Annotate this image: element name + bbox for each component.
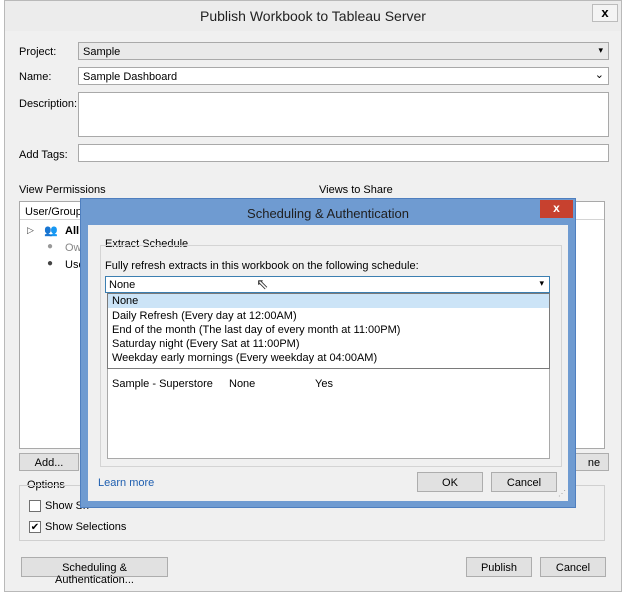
modal-body: Extract Schedule Fully refresh extracts … (88, 225, 568, 501)
dropdown-option[interactable]: Daily Refresh (Every day at 12:00AM) (112, 310, 297, 322)
users-icon: 👥 (44, 225, 58, 237)
dialog-title: Publish Workbook to Tableau Server (200, 8, 426, 24)
name-label: Name: (19, 71, 52, 83)
add-button-label: Add... (34, 457, 64, 469)
datasource-name: Sample - Superstore (112, 378, 213, 390)
ok-button-label: OK (442, 477, 458, 489)
mouse-cursor-icon: ⇖ (256, 276, 269, 293)
dropdown-option[interactable]: End of the month (The last day of every … (112, 324, 400, 336)
dropdown-option[interactable]: None (108, 294, 549, 308)
list-item[interactable]: All (65, 225, 79, 237)
tags-field[interactable] (78, 144, 609, 162)
schedule-selected-value: None (109, 279, 136, 291)
project-value: Sample (83, 46, 121, 58)
view-permissions-label: View Permissions (19, 184, 106, 196)
views-to-share-label: Views to Share (319, 184, 393, 196)
modal-title: Scheduling & Authentication (247, 206, 409, 221)
scheduling-dialog: Scheduling & Authentication x Extract Sc… (80, 198, 576, 508)
show-sheets-checkbox[interactable] (29, 500, 41, 512)
description-label: Description: (19, 98, 78, 110)
learn-more-link[interactable]: Learn more (98, 477, 154, 489)
expand-icon[interactable]: ▷ (27, 225, 34, 236)
user-icon: ● (47, 241, 54, 252)
description-field[interactable] (78, 92, 609, 137)
add-button[interactable]: Add... (19, 453, 79, 471)
dropdown-option[interactable]: Weekday early mornings (Every weekday at… (112, 352, 377, 364)
close-button[interactable]: x (592, 4, 618, 22)
dropdown-arrow-icon: ▾ (539, 278, 544, 288)
scheduling-authentication-button[interactable]: Scheduling & Authentication... (21, 557, 168, 586)
name-value: Sample Dashboard (83, 71, 178, 83)
show-selections-checkbox[interactable]: ✔ (29, 521, 41, 533)
schedule-dropdown-list: None Daily Refresh (Every day at 12:00AM… (107, 293, 550, 369)
ok-button[interactable]: OK (417, 472, 483, 492)
tags-label: Add Tags: (19, 149, 68, 161)
publish-button[interactable]: Publish (466, 557, 532, 577)
column-user-group: User/Group (25, 206, 82, 218)
schedule-select[interactable]: None ▾ ⇖ (105, 276, 550, 293)
cancel-button[interactable]: Cancel (540, 557, 606, 577)
title-bar: Publish Workbook to Tableau Server x (5, 1, 621, 31)
modal-cancel-button-label: Cancel (506, 477, 542, 489)
dropdown-option[interactable]: Saturday night (Every Sat at 11:00PM) (112, 338, 300, 350)
datasource-schedule: None (229, 378, 256, 390)
dropdown-arrow-icon: ▾ (598, 45, 603, 55)
datasource-embed: Yes (315, 378, 333, 390)
project-label: Project: (19, 46, 57, 58)
resize-grip-icon[interactable]: ⋰ (558, 489, 566, 498)
name-combo[interactable]: Sample Dashboard ⌄ (78, 67, 609, 85)
show-selections-label: Show Selections (45, 521, 127, 533)
user-icon: ● (47, 258, 54, 269)
scheduling-button-label: Scheduling & Authentication... (55, 562, 134, 586)
chevron-down-icon: ⌄ (594, 69, 604, 81)
modal-close-button[interactable]: x (540, 200, 573, 218)
cancel-button-label: Cancel (555, 562, 591, 574)
schedule-instruction: Fully refresh extracts in this workbook … (105, 260, 419, 272)
project-select[interactable]: Sample ▾ (78, 42, 609, 60)
modal-cancel-button[interactable]: Cancel (491, 472, 557, 492)
publish-button-label: Publish (480, 562, 518, 574)
